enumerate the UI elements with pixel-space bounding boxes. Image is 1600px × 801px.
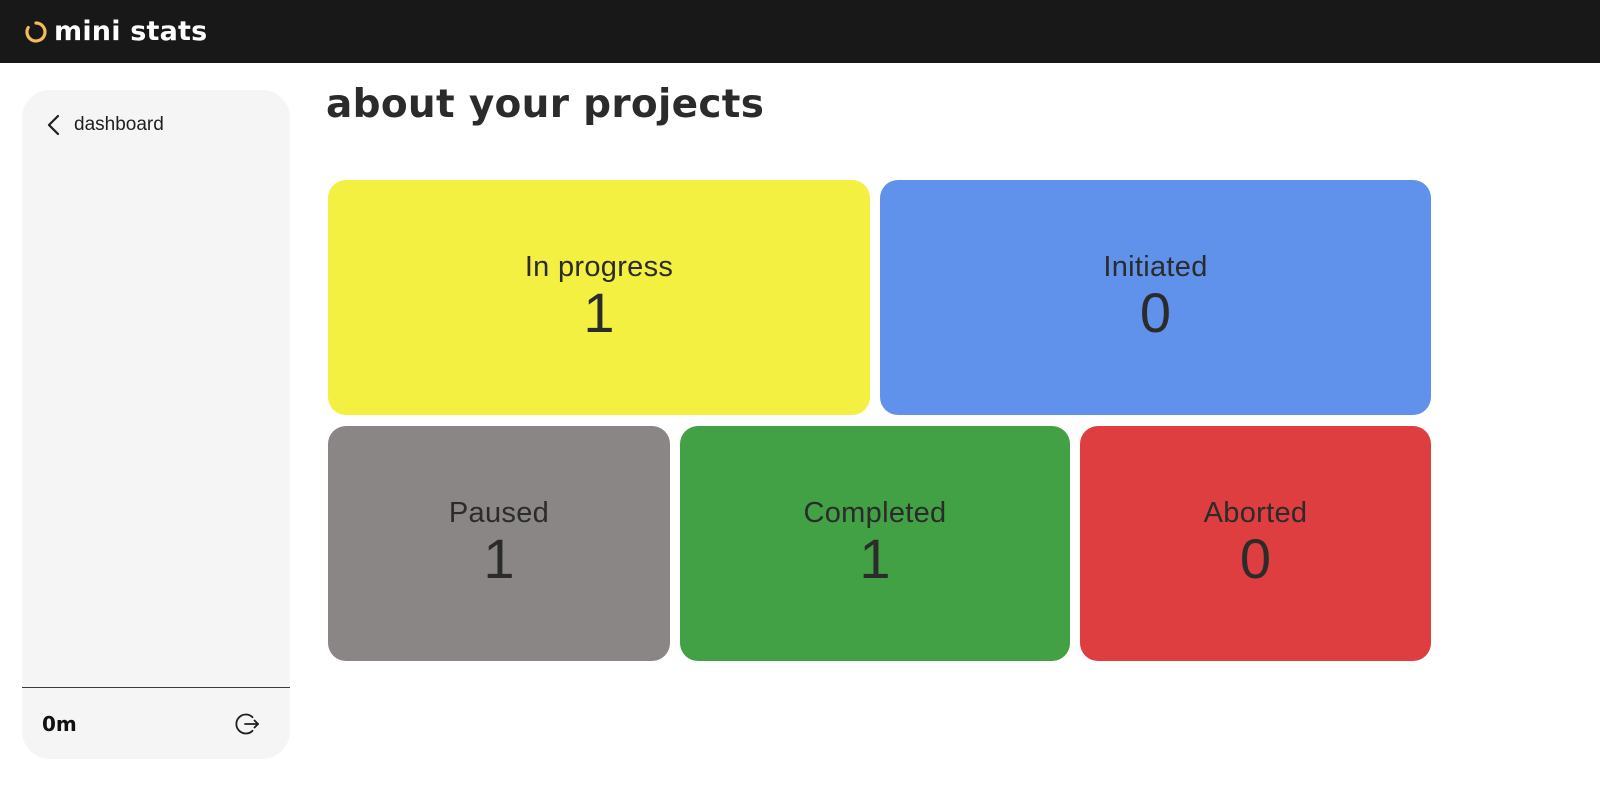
stat-count: 1 <box>859 527 891 591</box>
app-title: mini stats <box>54 16 208 47</box>
ring-logo-icon <box>25 20 47 43</box>
sidebar-footer: 0m <box>22 687 290 759</box>
stat-card-in-progress[interactable]: In progress 1 <box>328 180 870 415</box>
stat-label: Paused <box>448 497 550 530</box>
page-title: about your projects <box>326 82 765 127</box>
stat-card-completed[interactable]: Completed 1 <box>680 426 1070 661</box>
stat-card-initiated[interactable]: Initiated 0 <box>880 180 1431 415</box>
session-timer: 0m <box>42 711 77 736</box>
stat-label: Initiated <box>1103 251 1208 284</box>
stat-label: In progress <box>524 251 674 284</box>
logout-icon[interactable] <box>234 710 262 738</box>
stat-card-aborted[interactable]: Aborted 0 <box>1080 426 1431 661</box>
back-to-dashboard-link[interactable]: dashboard <box>44 112 164 138</box>
top-bar: mini stats <box>0 0 1600 63</box>
stat-label: Completed <box>803 497 947 530</box>
back-link-label: dashboard <box>74 114 164 135</box>
stat-count: 1 <box>483 527 515 591</box>
chevron-left-icon <box>47 114 60 136</box>
stat-card-paused[interactable]: Paused 1 <box>328 426 670 661</box>
stat-count: 1 <box>583 281 615 345</box>
stat-count: 0 <box>1139 281 1172 345</box>
stat-count: 0 <box>1239 527 1272 591</box>
stat-label: Aborted <box>1203 497 1308 530</box>
sidebar: dashboard 0m <box>22 90 290 759</box>
